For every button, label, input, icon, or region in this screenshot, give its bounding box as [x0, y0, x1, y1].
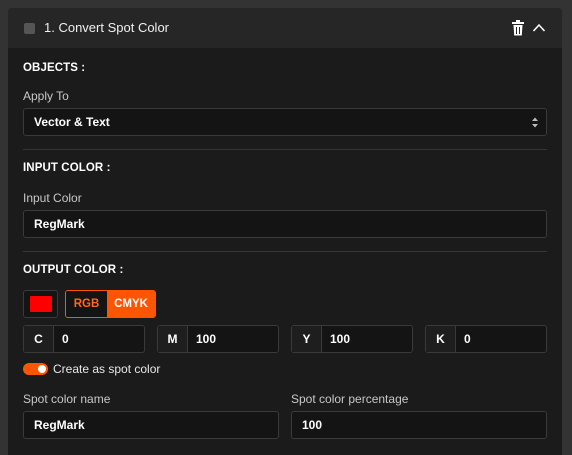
input-color-label: Input Color — [23, 191, 82, 205]
divider — [23, 149, 547, 150]
spot-color-toggle-label: Create as spot color — [53, 362, 161, 376]
spot-percentage-label: Spot color percentage — [291, 392, 409, 406]
color-mode-toggle: RGB CMYK — [65, 290, 156, 318]
spot-name-label: Spot color name — [23, 392, 111, 406]
cyan-letter: C — [24, 326, 54, 352]
magenta-value[interactable]: 100 — [188, 326, 278, 352]
magenta-field[interactable]: M 100 — [157, 325, 279, 353]
black-letter: K — [426, 326, 456, 352]
output-color-section-title: OUTPUT COLOR : — [23, 264, 124, 276]
black-field[interactable]: K 0 — [425, 325, 547, 353]
mode-rgb-button[interactable]: RGB — [66, 291, 107, 317]
yellow-field[interactable]: Y 100 — [291, 325, 413, 353]
input-color-field[interactable]: RegMark — [23, 210, 547, 238]
cyan-field[interactable]: C 0 — [23, 325, 145, 353]
color-swatch — [30, 296, 52, 312]
select-arrows-icon — [532, 117, 538, 128]
chevron-up-icon[interactable] — [532, 21, 546, 35]
spot-percentage-field[interactable]: 100 — [291, 411, 547, 439]
spot-color-toggle[interactable] — [23, 363, 48, 375]
panel-title: 1. Convert Spot Color — [44, 20, 170, 35]
objects-section-title: OBJECTS : — [23, 62, 86, 74]
apply-to-select[interactable]: Vector & Text — [23, 108, 547, 136]
cyan-value[interactable]: 0 — [54, 326, 144, 352]
convert-spot-color-panel: 1. Convert Spot Color OBJECTS : Apply To… — [8, 8, 562, 455]
yellow-value[interactable]: 100 — [322, 326, 412, 352]
magenta-letter: M — [158, 326, 188, 352]
toggle-knob — [38, 365, 46, 373]
yellow-letter: Y — [292, 326, 322, 352]
spot-name-field[interactable]: RegMark — [23, 411, 279, 439]
color-swatch-button[interactable] — [23, 290, 58, 318]
enable-checkbox[interactable] — [24, 23, 35, 34]
trash-icon[interactable] — [511, 20, 525, 36]
divider — [23, 251, 547, 252]
black-value[interactable]: 0 — [456, 326, 546, 352]
input-color-section-title: INPUT COLOR : — [23, 162, 111, 174]
mode-cmyk-button[interactable]: CMYK — [107, 291, 155, 317]
apply-to-value: Vector & Text — [34, 115, 110, 129]
panel-header[interactable]: 1. Convert Spot Color — [8, 8, 562, 48]
apply-to-label: Apply To — [23, 89, 69, 103]
